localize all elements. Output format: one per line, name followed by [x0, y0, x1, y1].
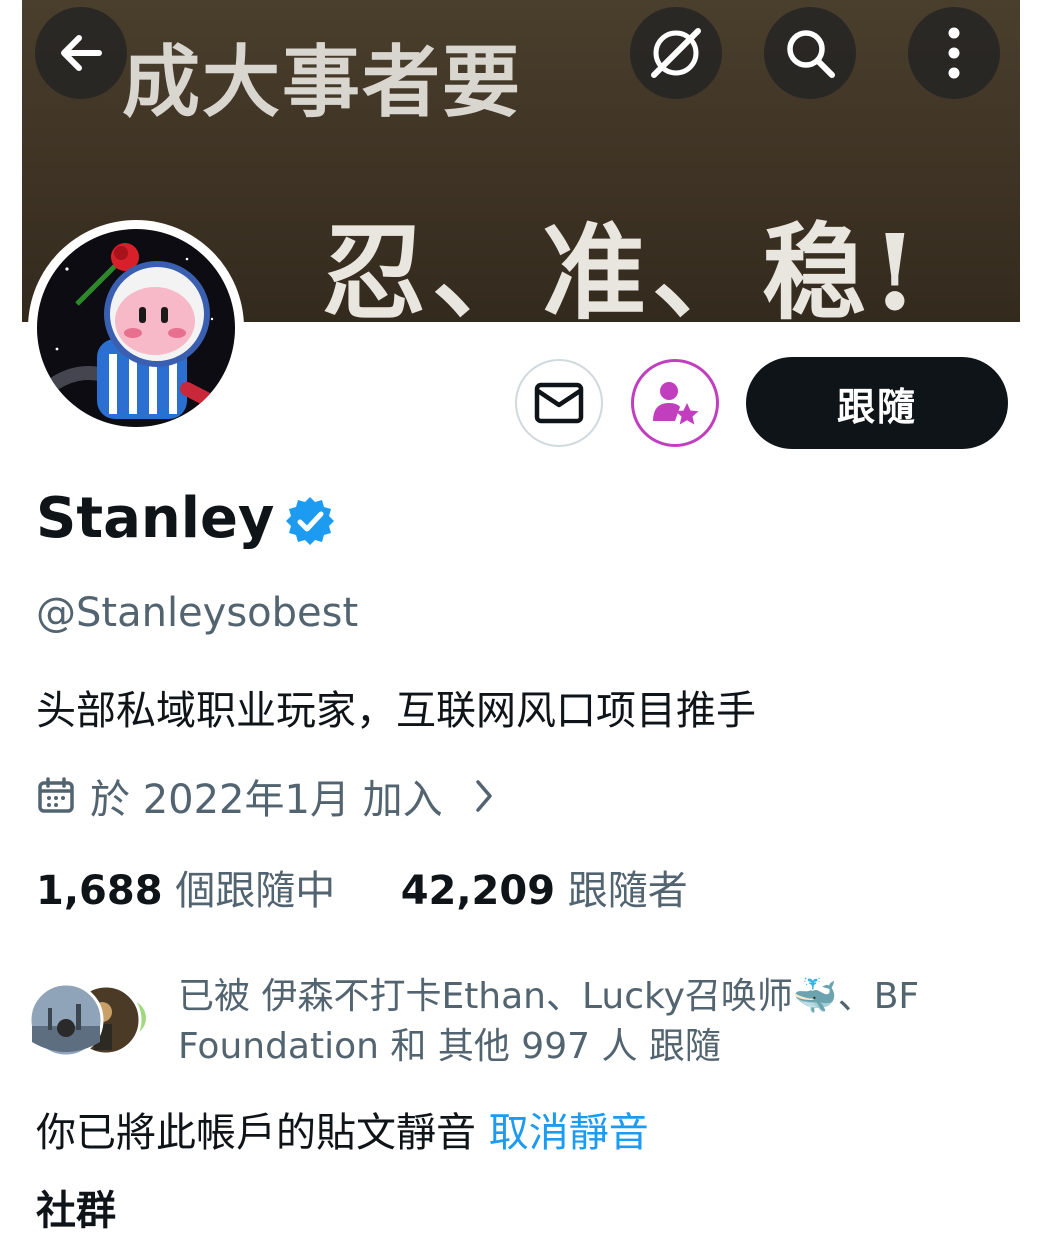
calendar-icon: [38, 777, 74, 813]
follow-stats: 1,688 個跟隨中 42,209 跟隨者: [36, 858, 688, 916]
followers-count: 42,209: [400, 868, 556, 914]
following-link[interactable]: 1,688 個跟隨中: [36, 868, 348, 914]
muted-notice: 你已將此帳戶的貼文靜音 取消靜音: [36, 1100, 649, 1158]
next-section-heading: 社群: [36, 1188, 116, 1234]
profile-avatar[interactable]: [28, 220, 244, 436]
person-star-icon: [653, 382, 699, 425]
chevron-right-icon: [475, 780, 492, 812]
arrow-left-icon: [61, 35, 102, 71]
joined-date-row[interactable]: 於 2022年1月 加入: [36, 768, 499, 824]
back-button[interactable]: [35, 7, 127, 99]
banner-text-line2: 忍、准、稳!: [322, 211, 924, 322]
followers-link[interactable]: 42,209 跟隨者: [401, 868, 688, 914]
slash-circle-icon: [651, 28, 701, 78]
message-button[interactable]: [515, 359, 603, 447]
verified-badge-icon[interactable]: [284, 495, 336, 547]
profile-handle: @Stanleysobest: [36, 590, 359, 636]
banner-text-line1: 成大事者要: [122, 37, 523, 128]
avatar-image: [37, 229, 235, 427]
unmute-link[interactable]: 取消靜音: [489, 1110, 649, 1156]
followers-label: 跟隨者: [567, 868, 688, 914]
joined-date-text: 於 2022年1月 加入: [90, 777, 443, 823]
profile-bio: 头部私域职业玩家，互联网风口项目推手: [36, 688, 756, 734]
vertical-ellipsis-icon: [948, 27, 960, 79]
envelope-icon: [534, 382, 584, 424]
follow-button[interactable]: 跟隨: [746, 357, 1008, 449]
search-button[interactable]: [764, 7, 856, 99]
muted-notice-text: 你已將此帳戶的貼文靜音: [36, 1110, 476, 1156]
followers-you-know-avatars[interactable]: [28, 982, 158, 1058]
grok-button[interactable]: [630, 7, 722, 99]
following-label: 個跟隨中: [175, 868, 336, 914]
following-count: 1,688: [36, 868, 163, 914]
more-button[interactable]: [908, 7, 1000, 99]
followers-you-know-text[interactable]: 已被 伊森不打卡Ethan、Lucky召唤师🐳、BF Foundation 和 …: [178, 972, 998, 1072]
subscribe-button[interactable]: [631, 359, 719, 447]
search-icon: [787, 30, 835, 78]
profile-name: Stanley: [36, 486, 275, 551]
